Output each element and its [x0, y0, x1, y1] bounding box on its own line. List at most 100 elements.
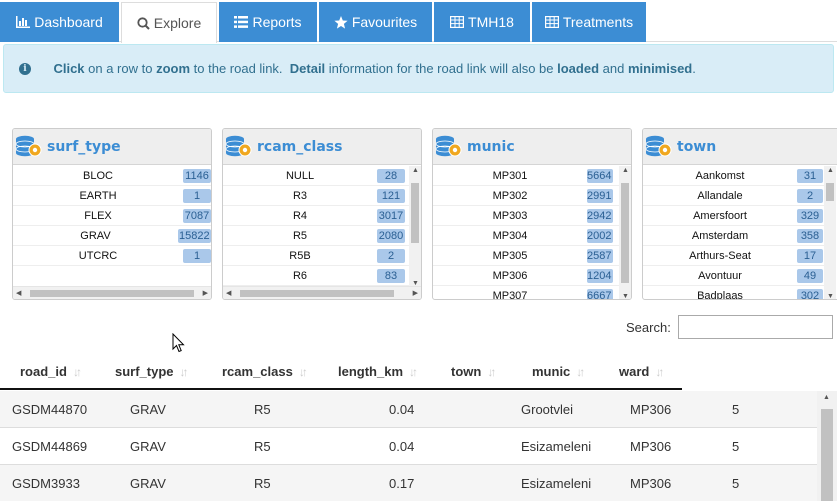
tab-explore[interactable]: Explore — [121, 2, 217, 43]
sort-icon: ↓↑ — [298, 364, 308, 379]
scroll-left-icon[interactable]: ◀ — [16, 289, 21, 297]
sort-icon: ↓↑ — [576, 364, 585, 379]
info-icon: i — [19, 62, 31, 75]
column-header-rcam-class[interactable]: rcam_class ↓↑ — [222, 364, 308, 379]
list-item[interactable]: FLEX 7087 — [13, 206, 211, 226]
list-item[interactable]: R5 2080 — [223, 226, 409, 246]
filter-list[interactable]: NULL 28 R3 121 R4 3017 R5 2080 R5B 2 R6 83 — [223, 166, 409, 288]
list-icon — [234, 16, 249, 28]
list-item[interactable]: R5B 2 — [223, 246, 409, 266]
list-item[interactable]: NULL 28 — [223, 166, 409, 186]
vertical-scrollbar[interactable]: ▲ ▼ — [824, 166, 836, 299]
table-row[interactable]: GSDM44870 GRAV R5 0.04 Grootvlei MP306 5 — [0, 391, 817, 428]
cell-rcam-class: R5 — [254, 402, 271, 417]
vertical-scrollbar[interactable]: ▲ ▼ — [409, 166, 421, 288]
list-item[interactable]: R3 121 — [223, 186, 409, 206]
table-row[interactable]: GSDM44869 GRAV R5 0.04 Esizameleni MP306… — [0, 428, 817, 465]
list-item[interactable]: MP306 1204 — [433, 266, 619, 286]
tab-label: Treatments — [562, 14, 634, 30]
database-icon — [225, 135, 252, 156]
panel-title: rcam_class — [257, 138, 343, 155]
table-row[interactable]: GSDM3933 GRAV R5 0.17 Esizameleni MP306 … — [0, 465, 817, 501]
tab-reports[interactable]: Reports — [219, 2, 317, 42]
panel-header: rcam_class — [223, 129, 421, 165]
list-item[interactable]: Amsterdam 358 — [643, 226, 824, 246]
table-header: road_id ↓↑ surf_type ↓↑ rcam_class ↓↑ lengt… — [0, 352, 682, 390]
list-item[interactable]: EARTH 1 — [13, 186, 211, 206]
tab-label: Dashboard — [34, 14, 103, 30]
scroll-right-icon[interactable]: ▶ — [203, 289, 208, 297]
cell-ward: 5 — [732, 439, 740, 454]
list-item[interactable]: Aankomst 31 — [643, 166, 824, 186]
horizontal-scrollbar[interactable]: ◀ ▶ — [13, 286, 211, 299]
list-item[interactable]: MP305 2587 — [433, 246, 619, 266]
panel-header: town — [643, 129, 837, 165]
list-item[interactable]: MP304 2002 — [433, 226, 619, 246]
cell-length-km: 0.04 — [389, 439, 415, 454]
filter-panel-surf-type: surf_type BLOC 1146 EARTH 1 FLEX 7087 GRAV 1… — [12, 128, 212, 300]
table-vertical-scrollbar[interactable]: ▲ — [817, 391, 837, 501]
tab-favourites[interactable]: Favourites — [319, 2, 432, 42]
tab-tmh18[interactable]: TMH18 — [434, 2, 530, 42]
cell-munic: MP306 — [630, 439, 672, 454]
database-icon — [645, 135, 672, 156]
scroll-thumb[interactable] — [826, 183, 834, 201]
scroll-thumb[interactable] — [240, 290, 394, 297]
cell-town: Esizameleni — [521, 439, 592, 454]
cell-surf-type: GRAV — [130, 402, 166, 417]
scroll-down-icon[interactable]: ▼ — [827, 293, 834, 299]
cell-rcam-class: R5 — [254, 476, 271, 491]
horizontal-scrollbar[interactable]: ◀ ▶ — [223, 286, 421, 299]
filter-list[interactable]: Aankomst 31 Allandale 2 Amersfoort 329 Amst… — [643, 166, 824, 299]
scroll-thumb[interactable] — [411, 183, 419, 243]
list-item[interactable]: BLOC 1146 — [13, 166, 211, 186]
tab-bar: Dashboard Explore Reports Favourites TMH… — [0, 0, 837, 43]
filter-list[interactable]: BLOC 1146 EARTH 1 FLEX 7087 GRAV 15822 UTCRC… — [13, 166, 211, 288]
list-item[interactable]: UTCRC 1 — [13, 246, 211, 266]
list-item[interactable]: MP307 6667 — [433, 286, 619, 299]
info-alert: i Click on a row to zoom to the road lin… — [3, 44, 834, 93]
scroll-up-icon[interactable]: ▲ — [827, 167, 834, 174]
tab-label: Explore — [153, 15, 202, 31]
list-item[interactable]: MP303 2942 — [433, 206, 619, 226]
list-item[interactable]: GRAV 15822 — [13, 226, 211, 246]
sort-icon: ↓↑ — [179, 364, 189, 379]
vertical-scrollbar[interactable]: ▲ ▼ — [619, 166, 631, 299]
column-header-ward[interactable]: ward ↓↑ — [619, 364, 664, 379]
scroll-thumb[interactable] — [30, 290, 194, 297]
column-header-length-km[interactable]: length_km ↓↑ — [338, 364, 418, 379]
table-icon — [544, 16, 559, 28]
list-item[interactable]: R6 83 — [223, 266, 409, 286]
list-item[interactable]: R4 3017 — [223, 206, 409, 226]
cell-length-km: 0.17 — [389, 476, 415, 491]
scroll-down-icon[interactable]: ▼ — [622, 293, 629, 299]
scroll-left-icon[interactable]: ◀ — [226, 289, 231, 297]
cell-town: Esizameleni — [521, 476, 592, 491]
column-header-town[interactable]: town ↓↑ — [451, 364, 496, 379]
list-item[interactable]: Allandale 2 — [643, 186, 824, 206]
scroll-up-icon[interactable]: ▲ — [823, 394, 830, 401]
column-header-road-id[interactable]: road_id ↓↑ — [20, 364, 82, 379]
database-icon — [15, 135, 42, 156]
column-header-munic[interactable]: munic ↓↑ — [532, 364, 585, 379]
search-input[interactable] — [678, 315, 833, 339]
scroll-up-icon[interactable]: ▲ — [622, 167, 629, 174]
cell-length-km: 0.04 — [389, 402, 415, 417]
tab-dashboard[interactable]: Dashboard — [0, 2, 119, 42]
filter-list[interactable]: MP301 5664 MP302 2991 MP303 2942 MP304 2002 … — [433, 166, 619, 299]
list-item[interactable]: Amersfoort 329 — [643, 206, 824, 226]
scroll-up-icon[interactable]: ▲ — [412, 167, 419, 174]
scroll-thumb[interactable] — [821, 409, 833, 501]
sort-icon: ↓↑ — [655, 364, 664, 379]
list-item[interactable]: Badplaas 302 — [643, 286, 824, 299]
cell-road-id: GSDM3933 — [12, 476, 80, 491]
tab-treatments[interactable]: Treatments — [532, 2, 646, 42]
scroll-right-icon[interactable]: ▶ — [413, 289, 418, 297]
scroll-thumb[interactable] — [621, 183, 629, 283]
list-item[interactable]: Arthurs-Seat 17 — [643, 246, 824, 266]
cell-road-id: GSDM44869 — [12, 439, 88, 454]
list-item[interactable]: MP301 5664 — [433, 166, 619, 186]
list-item[interactable]: Avontuur 49 — [643, 266, 824, 286]
column-header-surf-type[interactable]: surf_type ↓↑ — [115, 364, 189, 379]
list-item[interactable]: MP302 2991 — [433, 186, 619, 206]
